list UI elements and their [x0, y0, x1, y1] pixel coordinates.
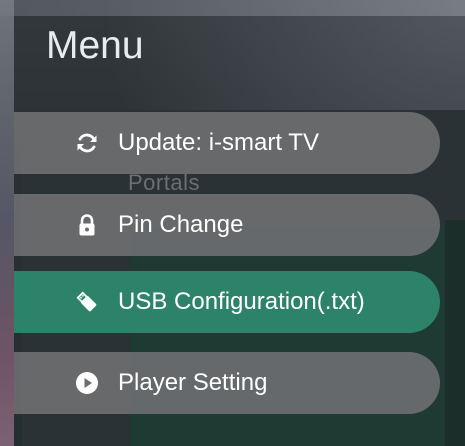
menu-item-usb-configuration[interactable]: USB Configuration(.txt) [14, 271, 440, 333]
background-left-edge [0, 0, 14, 446]
lock-icon [74, 212, 100, 238]
menu-item-pin-change-label: Pin Change [118, 211, 244, 238]
menu-item-pin-change[interactable]: Pin Change [14, 194, 440, 256]
play-circle-icon [74, 370, 100, 396]
menu-item-player-setting[interactable]: Player Setting [14, 352, 440, 414]
menu-item-player-setting-label: Player Setting [118, 369, 268, 396]
usb-drive-icon [74, 289, 100, 315]
background-right-strip [445, 220, 465, 446]
refresh-icon [74, 130, 100, 156]
menu-title: Menu [46, 24, 144, 67]
menu-item-update-label: Update: i-smart TV [118, 129, 319, 156]
menu-item-update[interactable]: Update: i-smart TV [14, 112, 440, 174]
background-top-band [0, 0, 465, 16]
menu-item-usb-configuration-label: USB Configuration(.txt) [118, 288, 365, 315]
